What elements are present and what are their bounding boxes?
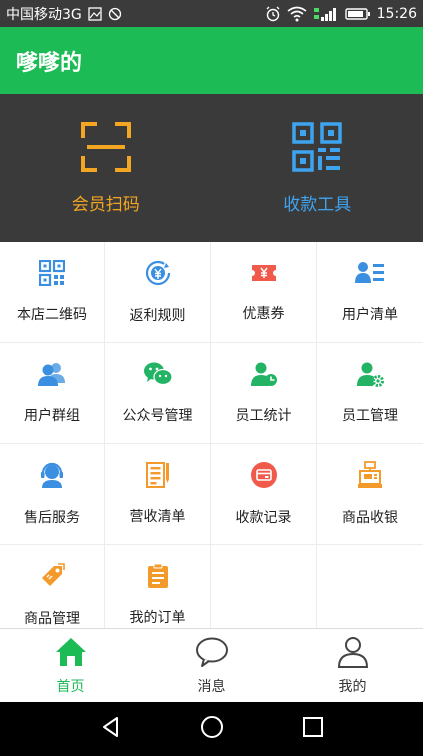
image-icon (88, 6, 102, 21)
cashier-icon (357, 461, 383, 493)
status-bar: 中国移动3G 15:26 (0, 0, 423, 27)
my-orders-button[interactable]: 我的订单 (105, 545, 211, 628)
bottom-tab-bar: 首页 消息 我的 (0, 628, 423, 702)
status-right: 15:26 (265, 6, 417, 22)
qr-code-icon (38, 259, 66, 290)
wechat-icon (143, 361, 173, 391)
user-list-button[interactable]: 用户清单 (317, 242, 423, 343)
tab-messages[interactable]: 消息 (141, 629, 282, 702)
staff-stats-button[interactable]: 员工统计 (211, 343, 317, 444)
store-qrcode-button[interactable]: 本店二维码 (0, 242, 105, 343)
user-group-icon (37, 361, 67, 391)
product-cashier-button[interactable]: 商品收银 (317, 444, 423, 545)
back-icon (100, 716, 122, 742)
product-cashier-label: 商品收银 (342, 510, 398, 526)
order-icon (146, 563, 170, 593)
empty-cell (211, 545, 317, 628)
payment-records-button[interactable]: 收款记录 (211, 444, 317, 545)
clock-label: 15:26 (376, 5, 417, 22)
product-management-label: 商品管理 (24, 611, 80, 627)
status-left: 中国移动3G (6, 4, 122, 24)
app-bar: 嗲嗲的 (0, 27, 423, 94)
battery-icon (344, 7, 371, 21)
page-title: 嗲嗲的 (16, 50, 83, 76)
revenue-list-icon (145, 462, 170, 492)
my-orders-label: 我的订单 (129, 610, 186, 626)
tab-messages-label: 消息 (197, 678, 226, 695)
member-scan-button[interactable]: 会员扫码 (0, 94, 212, 242)
rebate-rules-button[interactable]: 返利规则 (105, 242, 211, 343)
tab-profile-label: 我的 (338, 678, 367, 695)
store-qrcode-label: 本店二维码 (17, 307, 87, 323)
revenue-list-button[interactable]: 营收清单 (105, 444, 211, 545)
message-icon (195, 636, 229, 672)
square-icon (302, 716, 324, 742)
official-account-label: 公众号管理 (122, 408, 193, 424)
payment-record-icon (250, 461, 278, 493)
tab-home[interactable]: 首页 (0, 629, 141, 702)
home-icon (54, 636, 88, 672)
tab-profile[interactable]: 我的 (282, 629, 423, 702)
user-groups-button[interactable]: 用户群组 (0, 343, 105, 444)
wifi-icon (287, 6, 307, 22)
staff-stats-label: 员工统计 (235, 408, 292, 424)
blocked-icon (108, 7, 122, 21)
user-groups-label: 用户群组 (24, 408, 80, 424)
payment-tools-button[interactable]: 收款工具 (212, 94, 423, 242)
alarm-icon (265, 6, 281, 22)
coupon-button[interactable]: 优惠券 (211, 242, 317, 343)
staff-manage-icon (356, 361, 384, 391)
after-sales-label: 售后服务 (24, 510, 80, 526)
system-nav-bar (0, 702, 423, 756)
tab-home-label: 首页 (56, 678, 85, 695)
product-tag-icon (38, 562, 66, 594)
rebate-rules-label: 返利规则 (129, 308, 186, 324)
payment-tools-label: 收款工具 (283, 194, 352, 215)
official-account-button[interactable]: 公众号管理 (105, 343, 211, 444)
function-grid: 本店二维码 返利规则 优惠券 用户清单 用户群组 公众号管理 员工统计 员工管理… (0, 242, 423, 628)
revenue-list-label: 营收清单 (129, 509, 186, 525)
user-list-label: 用户清单 (342, 307, 398, 323)
staff-stats-icon (250, 361, 278, 391)
scan-icon (80, 121, 131, 176)
user-list-icon (355, 260, 385, 290)
hero-section: 会员扫码 收款工具 (0, 94, 423, 242)
qr-code-icon (292, 121, 342, 176)
signal-icon (313, 6, 339, 22)
circle-icon (200, 715, 224, 743)
coupon-icon (250, 261, 278, 289)
carrier-label: 中国移动3G (6, 6, 82, 23)
profile-icon (336, 636, 370, 672)
back-button[interactable] (91, 709, 131, 749)
staff-management-button[interactable]: 员工管理 (317, 343, 423, 444)
customer-service-icon (38, 461, 66, 493)
after-sales-button[interactable]: 售后服务 (0, 444, 105, 545)
rebate-icon (144, 259, 172, 291)
recents-button[interactable] (293, 709, 333, 749)
home-button[interactable] (192, 709, 232, 749)
staff-management-label: 员工管理 (342, 408, 398, 424)
empty-cell (317, 545, 423, 628)
function-grid-inner: 本店二维码 返利规则 优惠券 用户清单 用户群组 公众号管理 员工统计 员工管理… (0, 242, 423, 628)
payment-records-label: 收款记录 (235, 510, 292, 526)
product-management-button[interactable]: 商品管理 (0, 545, 105, 628)
member-scan-label: 会员扫码 (71, 194, 140, 215)
coupon-label: 优惠券 (242, 306, 285, 322)
